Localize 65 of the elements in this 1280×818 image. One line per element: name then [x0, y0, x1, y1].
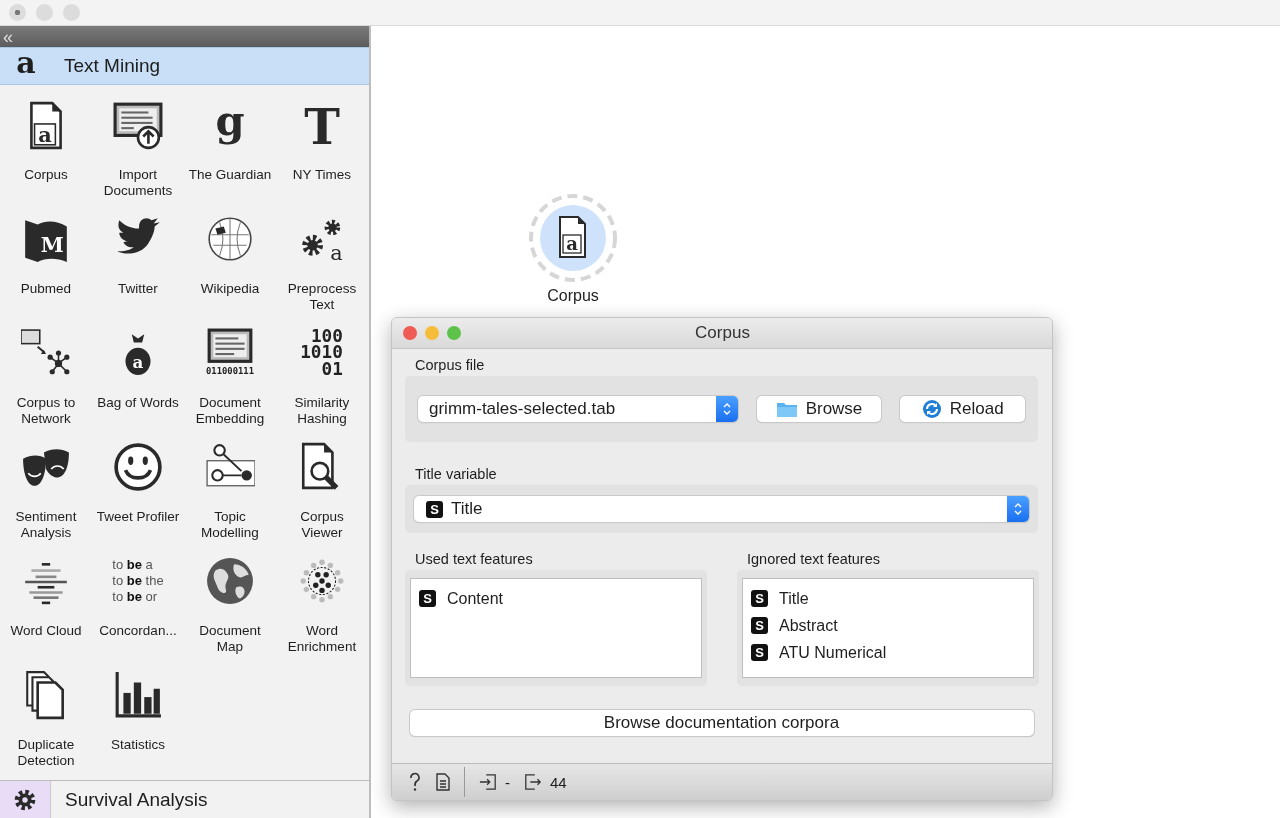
- browse-button[interactable]: Browse: [756, 396, 882, 422]
- group-label: Used text features: [415, 551, 533, 567]
- globe-icon[interactable]: [205, 556, 255, 606]
- monitor-upload-icon[interactable]: [113, 100, 163, 150]
- puzzle-globe-icon[interactable]: [205, 214, 255, 264]
- widget-label[interactable]: Bag of Words: [96, 395, 180, 411]
- document-icon[interactable]: [436, 773, 450, 791]
- widget-label[interactable]: Duplicate Detection: [3, 737, 89, 769]
- help-icon[interactable]: [408, 772, 422, 792]
- title-dropdown[interactable]: S Title: [414, 496, 1029, 522]
- output-icon: [524, 772, 542, 792]
- text-sample: to be a to be the to be or: [112, 557, 164, 605]
- category-title: Survival Analysis: [65, 788, 208, 811]
- widget-label[interactable]: Similarity Hashing: [279, 395, 365, 427]
- browse-documentation-button[interactable]: Browse documentation corpora: [409, 710, 1034, 736]
- list-item[interactable]: S Title: [751, 585, 1025, 612]
- window-title: Corpus: [695, 323, 750, 343]
- widget-label[interactable]: NY Times: [291, 167, 353, 183]
- input-count: -: [505, 773, 510, 791]
- smiley-icon[interactable]: [113, 442, 163, 492]
- refresh-icon: [921, 399, 942, 419]
- widget-label[interactable]: Document Embedding: [187, 395, 273, 427]
- widget-label[interactable]: Pubmed: [19, 281, 73, 297]
- widget-label[interactable]: Word Cloud: [9, 623, 83, 639]
- widget-label[interactable]: Sentiment Analysis: [3, 509, 89, 541]
- group-label: Ignored text features: [747, 551, 880, 567]
- reload-button[interactable]: Reload: [900, 396, 1025, 422]
- close-button[interactable]: [403, 326, 417, 340]
- widget-label[interactable]: Word Enrichment: [279, 623, 365, 655]
- widget-label[interactable]: Twitter: [117, 281, 159, 297]
- letter-icon[interactable]: T: [297, 100, 347, 150]
- widget-label[interactable]: The Guardian: [187, 167, 273, 183]
- input-icon: [479, 772, 497, 792]
- corpus-node[interactable]: a: [528, 193, 618, 283]
- widget-label[interactable]: Corpus: [23, 167, 69, 183]
- category-title: Text Mining: [64, 55, 161, 77]
- letter-icon: a: [0, 48, 52, 78]
- output-count: 44: [550, 773, 567, 791]
- bar-chart-icon[interactable]: [113, 670, 163, 720]
- group-label: Title variable: [415, 466, 497, 482]
- category-header[interactable]: Survival Analysis: [0, 780, 369, 818]
- window-button[interactable]: [9, 4, 26, 21]
- widget-label[interactable]: Statistics: [110, 737, 166, 753]
- stepper-icon: [1013, 501, 1023, 517]
- widget-label[interactable]: Corpus Viewer: [279, 509, 365, 541]
- widget-label[interactable]: Document Map: [187, 623, 273, 655]
- widget-label[interactable]: Import Documents: [95, 167, 181, 199]
- list-item[interactable]: S Content: [419, 585, 693, 612]
- list-item[interactable]: S ATU Numerical: [751, 639, 1025, 666]
- category-header[interactable]: a Text Mining: [0, 47, 369, 85]
- widget-label[interactable]: Concordan...: [98, 623, 178, 639]
- group-label: Corpus file: [415, 357, 485, 373]
- stepper-icon: [721, 401, 732, 417]
- folder-icon: [775, 400, 798, 418]
- widget-label[interactable]: Corpus to Network: [3, 395, 89, 427]
- file-dropdown[interactable]: grimm-tales-selected.tab: [418, 396, 738, 422]
- widget-label[interactable]: Tweet Profiler: [95, 509, 181, 525]
- widget-label[interactable]: Topic Modelling: [187, 509, 273, 541]
- widget-label[interactable]: Wikipedia: [199, 281, 261, 297]
- letter-icon[interactable]: g: [205, 100, 255, 150]
- widget-label[interactable]: Preprocess Text: [279, 281, 365, 313]
- digits-icon[interactable]: 100 1010 01: [297, 328, 347, 378]
- collapse-button[interactable]: «: [3, 27, 13, 46]
- list-item[interactable]: S Abstract: [751, 612, 1025, 639]
- node-label: Corpus: [547, 287, 599, 305]
